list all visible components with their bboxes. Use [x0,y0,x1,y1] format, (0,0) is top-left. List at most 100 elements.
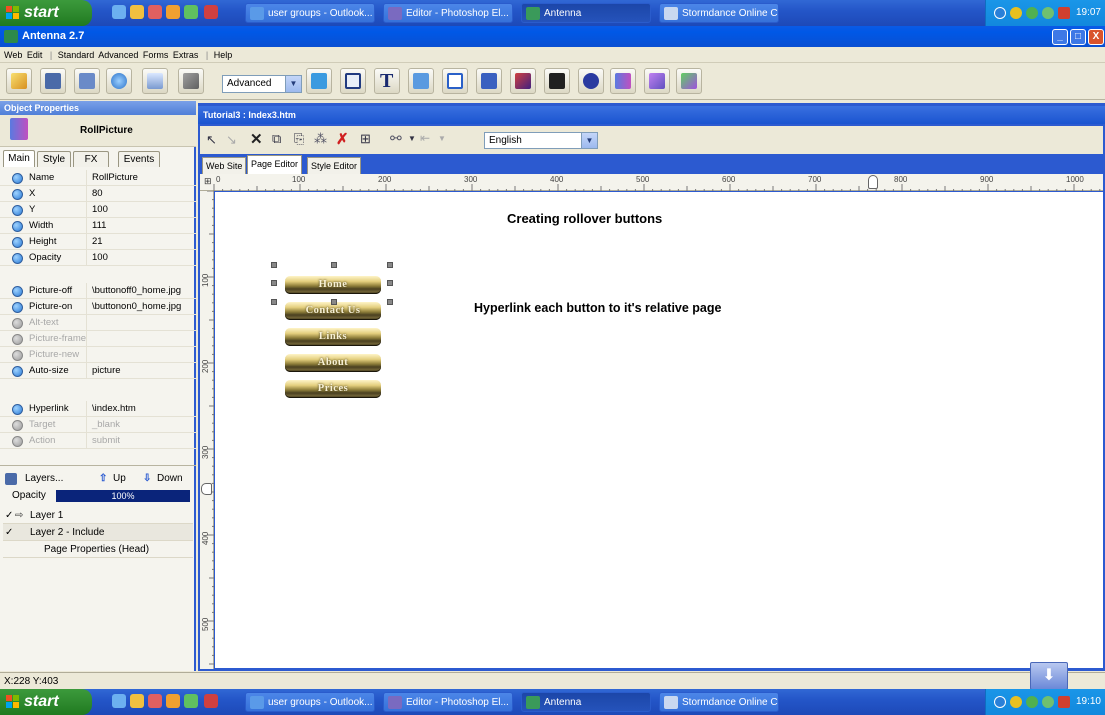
rollover-button-home[interactable]: Home [285,276,381,294]
rollover-button-about[interactable]: About [285,354,381,372]
wifi-icon[interactable] [1042,696,1054,708]
alert-icon[interactable] [1058,7,1070,19]
security-icon[interactable] [1010,696,1022,708]
pointer-alt-icon[interactable]: ↘ [226,132,237,148]
resize-handle[interactable] [387,299,393,305]
opacity-slider[interactable]: 100% [56,490,190,502]
rollover-button-links[interactable]: Links [285,328,381,346]
layer-row[interactable]: ✓ ⇨ Layer 1 [3,507,193,524]
menu-edit[interactable]: Edit [27,50,43,60]
language-select[interactable]: English ▼ [484,132,598,149]
resize-handle[interactable] [271,280,277,286]
download-tool-button[interactable] [476,68,502,94]
property-value[interactable]: 100 [92,250,108,266]
alert-icon[interactable] [1058,696,1070,708]
layer-row[interactable]: ✓ Layer 2 - Include [3,524,193,541]
property-value[interactable]: RollPicture [92,170,138,186]
property-value[interactable]: 21 [92,234,103,250]
globe-button[interactable] [106,68,132,94]
security-icon[interactable] [1010,7,1022,19]
quicklaunch-media-icon[interactable] [184,694,198,708]
update-icon[interactable] [1026,7,1038,19]
menu-web[interactable]: Web [4,50,22,60]
property-row[interactable]: Height 21 [0,234,196,250]
task-photoshop[interactable]: Editor - Photoshop El... [383,3,513,23]
quicklaunch-media-icon[interactable] [184,5,198,19]
paste-icon[interactable]: ⎘ [294,131,304,147]
tab-main[interactable]: Main [3,150,35,167]
resize-handle[interactable] [331,299,337,305]
layer-up-button[interactable]: Up [113,470,126,488]
save-button[interactable] [40,68,66,94]
network-icon[interactable] [994,7,1006,19]
frame-tool-button[interactable] [442,68,468,94]
quicklaunch-firefox-icon[interactable] [166,694,180,708]
task-stormdance[interactable]: Stormdance Online C... [659,692,779,712]
task-outlook[interactable]: user groups - Outlook... [245,3,375,23]
rollbutton-tool-button[interactable] [644,68,670,94]
rollover-button-prices[interactable]: Prices [285,380,381,398]
layer-down-button[interactable]: Down [157,470,183,488]
quicktime-tool-button[interactable] [578,68,604,94]
menu-advanced[interactable]: Advanced [98,50,138,60]
property-value[interactable]: 80 [92,186,103,202]
resize-handle[interactable] [271,262,277,268]
property-row[interactable]: Opacity 100 [0,250,196,266]
form-tool-button[interactable] [408,68,434,94]
quicklaunch-folder-icon[interactable] [130,5,144,19]
tab-fx[interactable]: FX [73,151,109,167]
task-antenna[interactable]: Antenna [521,692,651,712]
property-row[interactable]: Auto-size picture [0,363,196,379]
layers-button[interactable]: Layers... [25,470,63,488]
task-stormdance[interactable]: Stormdance Online C... [659,3,779,23]
update-icon[interactable] [1026,696,1038,708]
rollpicture-tool-button[interactable] [610,68,636,94]
resize-handle[interactable] [387,280,393,286]
copy-icon[interactable]: ⧉ [272,131,281,147]
quicklaunch-browser-icon[interactable] [112,694,126,708]
effect-tool-button[interactable] [676,68,702,94]
property-row[interactable]: Picture-off \buttonoff0_home.jpg [0,283,196,299]
close-button[interactable]: X [1088,29,1104,45]
property-value[interactable]: picture [92,363,121,379]
page-heading[interactable]: Creating rollover buttons [507,211,662,226]
task-photoshop[interactable]: Editor - Photoshop El... [383,692,513,712]
tab-style[interactable]: Style [37,151,71,167]
property-value[interactable]: \buttonon0_home.jpg [92,299,181,315]
tab-web-site[interactable]: Web Site [202,157,247,174]
quicklaunch-misc-icon[interactable] [204,694,218,708]
chevron-down-icon[interactable]: ▼ [438,134,446,143]
box-tool-button[interactable] [306,68,332,94]
property-value[interactable]: \index.htm [92,401,136,417]
link-chain-icon[interactable]: ⚯ [390,130,402,147]
property-row[interactable]: Picture-on \buttonon0_home.jpg [0,299,196,315]
maximize-button[interactable]: □ [1070,29,1086,45]
text-tool-button[interactable]: T [374,68,400,94]
quicklaunch-browser-icon[interactable] [112,5,126,19]
delete-icon[interactable]: ✗ [336,130,349,148]
page-note[interactable]: Hyperlink each button to it's relative p… [474,301,764,316]
image-tool-button[interactable] [340,68,366,94]
task-antenna[interactable]: Antenna [521,3,651,23]
property-value[interactable]: 111 [92,218,106,234]
resize-handle[interactable] [331,262,337,268]
property-row[interactable]: X 80 [0,186,196,202]
tab-page-editor[interactable]: Page Editor [247,155,303,174]
chevron-down-icon[interactable]: ▼ [408,134,416,143]
start-button[interactable]: start [0,689,92,715]
clone-icon[interactable]: ⁂ [314,131,327,147]
task-outlook[interactable]: user groups - Outlook... [245,692,375,712]
tab-events[interactable]: Events [118,151,160,167]
resize-handle[interactable] [271,299,277,305]
flash-tool-button[interactable] [510,68,536,94]
back-button[interactable] [74,68,100,94]
link-button[interactable] [142,68,168,94]
quicklaunch-app-icon[interactable] [148,694,162,708]
ruler-marker[interactable] [201,483,212,495]
unlink-icon[interactable]: ⇤ [420,131,430,145]
network-icon[interactable] [994,696,1006,708]
align-icon[interactable]: ⊞ [360,131,371,147]
layer-row[interactable]: Page Properties (Head) [3,541,193,558]
plugin-tool-button[interactable] [544,68,570,94]
select-pointer-icon[interactable]: ↖ [206,132,217,148]
